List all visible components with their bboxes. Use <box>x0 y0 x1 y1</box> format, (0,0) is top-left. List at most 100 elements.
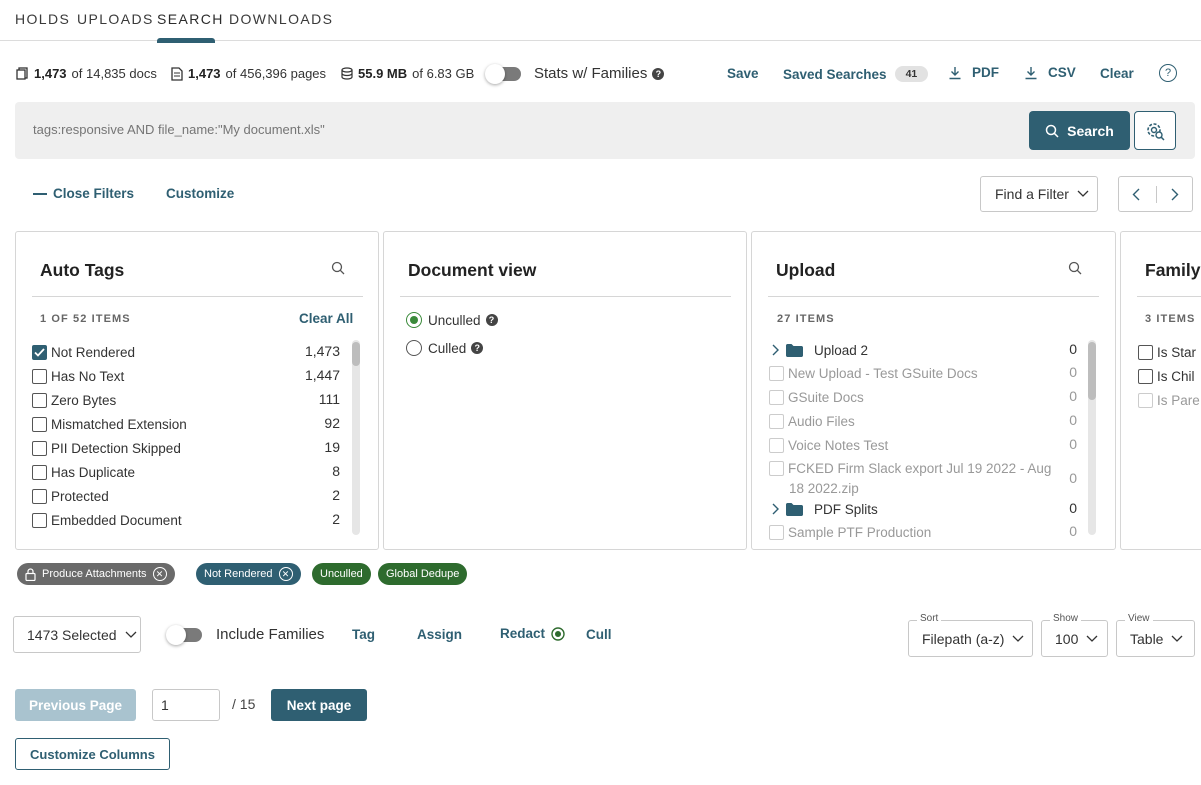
scrollbar-thumb[interactable] <box>352 342 360 366</box>
chevron-right-icon[interactable] <box>772 344 780 356</box>
redact-button[interactable]: Redact <box>500 626 565 641</box>
list-item[interactable]: FCKED Firm Slack export Jul 19 2022 - Au… <box>769 456 1051 480</box>
checkbox-disabled[interactable] <box>1138 392 1153 408</box>
checkbox-checked[interactable] <box>32 344 47 360</box>
list-item[interactable]: Is Pare <box>1138 388 1200 412</box>
search-button-label: Search <box>1067 122 1114 139</box>
list-item[interactable]: Not Rendered <box>32 340 135 364</box>
folder-item[interactable]: Upload 2 <box>772 338 868 362</box>
minus-icon <box>33 192 47 195</box>
selection-label: 1473 Selected <box>27 626 117 643</box>
tab-search[interactable]: SEARCH <box>157 11 224 27</box>
list-item[interactable]: New Upload - Test GSuite Docs <box>769 361 978 385</box>
customize-columns-button[interactable]: Customize Columns <box>15 738 170 770</box>
radio[interactable] <box>406 340 422 356</box>
saved-searches-button[interactable]: Saved Searches 41 <box>783 66 929 82</box>
divider <box>768 296 1099 297</box>
next-page-button[interactable]: Next page <box>271 689 367 721</box>
show-dropdown[interactable]: Show 100 <box>1041 613 1108 657</box>
list-item-label: Is Star <box>1157 344 1197 360</box>
tab-holds[interactable]: HOLDS <box>15 11 70 27</box>
checkbox[interactable] <box>32 512 47 528</box>
close-filters-button[interactable]: Close Filters <box>33 186 134 201</box>
checkbox[interactable] <box>1138 344 1153 360</box>
lock-icon <box>25 567 36 581</box>
sort-dropdown[interactable]: Sort Filepath (a-z) <box>908 613 1033 657</box>
save-button[interactable]: Save <box>727 66 759 81</box>
close-icon[interactable]: ✕ <box>152 567 167 581</box>
view-dropdown[interactable]: View Table <box>1116 613 1195 657</box>
scrollbar[interactable] <box>1088 340 1096 535</box>
checkbox[interactable] <box>32 440 47 456</box>
checkbox-disabled[interactable] <box>769 437 784 453</box>
list-item[interactable]: Protected <box>32 484 109 508</box>
checkbox-disabled[interactable] <box>769 365 784 381</box>
pdf-label: PDF <box>972 65 999 80</box>
list-item-label: Audio Files <box>788 413 855 429</box>
list-item[interactable]: GSuite Docs <box>769 385 864 409</box>
checkbox[interactable] <box>32 368 47 384</box>
list-item[interactable]: PII Detection Skipped <box>32 436 181 460</box>
chip-label: Global Dedupe <box>386 568 460 580</box>
checkbox[interactable] <box>1138 368 1153 384</box>
help-icon: ? <box>471 342 484 354</box>
radio-option-unculled[interactable]: Unculled ? <box>406 308 498 332</box>
search-button[interactable]: Search <box>1029 111 1130 150</box>
pdf-export-button[interactable]: PDF <box>948 65 999 80</box>
clear-all-button[interactable]: Clear All <box>299 311 353 326</box>
list-item[interactable]: Embedded Document <box>32 508 182 532</box>
list-item[interactable]: Mismatched Extension <box>32 412 187 436</box>
checkbox-disabled[interactable] <box>769 524 784 540</box>
chevron-right-icon[interactable] <box>772 503 780 515</box>
csv-export-button[interactable]: CSV <box>1024 65 1076 80</box>
list-item[interactable]: Has Duplicate <box>32 460 135 484</box>
find-filter-dropdown[interactable]: Find a Filter <box>980 176 1098 212</box>
checkbox[interactable] <box>32 488 47 504</box>
search-icon[interactable] <box>1068 261 1082 275</box>
search-settings-button[interactable] <box>1134 111 1176 150</box>
list-item-count: 2 <box>332 487 340 503</box>
checkbox[interactable] <box>32 416 47 432</box>
list-item[interactable]: Voice Notes Test <box>769 433 888 457</box>
selection-dropdown[interactable]: 1473 Selected <box>13 616 141 653</box>
tab-uploads[interactable]: UPLOADS <box>77 11 154 27</box>
list-item[interactable]: Sample PTF Production <box>769 520 931 544</box>
cull-button[interactable]: Cull <box>586 627 612 642</box>
stats-families-toggle[interactable] <box>485 64 523 84</box>
list-item-count: 111 <box>318 391 340 407</box>
list-item[interactable]: Audio Files <box>769 409 855 433</box>
checkbox[interactable] <box>32 464 47 480</box>
list-item[interactable]: Is Chil <box>1138 364 1195 388</box>
page-number-input[interactable] <box>152 689 220 721</box>
clear-button[interactable]: Clear <box>1100 66 1134 81</box>
list-item[interactable]: Is Star <box>1138 340 1196 364</box>
chevron-left-icon[interactable] <box>1132 188 1140 201</box>
tag-button[interactable]: Tag <box>352 627 375 642</box>
checkbox-disabled[interactable] <box>769 389 784 405</box>
previous-page-button[interactable]: Previous Page <box>15 689 136 721</box>
checkbox-disabled[interactable] <box>769 413 784 429</box>
family-title: Family <box>1145 260 1201 280</box>
radio-selected[interactable] <box>406 312 422 328</box>
help-circle-icon[interactable]: ? <box>1159 64 1177 82</box>
scrollbar-thumb[interactable] <box>1088 342 1096 400</box>
customize-filters-button[interactable]: Customize <box>166 186 234 201</box>
checkbox-disabled[interactable] <box>769 460 784 476</box>
list-item[interactable]: Zero Bytes <box>32 388 116 412</box>
close-icon[interactable]: ✕ <box>278 567 293 581</box>
pages-total: of 456,396 pages <box>225 66 327 81</box>
checkbox[interactable] <box>32 392 47 408</box>
auto-tags-title: Auto Tags <box>40 260 125 280</box>
folder-item[interactable]: PDF Splits <box>772 497 878 521</box>
folder-label: PDF Splits <box>814 501 878 517</box>
radio-option-culled[interactable]: Culled ? <box>406 336 484 360</box>
chevron-right-icon[interactable] <box>1171 188 1179 201</box>
scrollbar[interactable] <box>352 340 360 535</box>
list-item[interactable]: Has No Text <box>32 364 124 388</box>
tab-downloads[interactable]: DOWNLOADS <box>229 11 333 27</box>
search-input[interactable] <box>33 122 933 137</box>
include-families-toggle[interactable] <box>166 625 204 645</box>
download-icon <box>1024 66 1038 80</box>
assign-button[interactable]: Assign <box>417 627 462 642</box>
search-icon[interactable] <box>331 261 345 275</box>
